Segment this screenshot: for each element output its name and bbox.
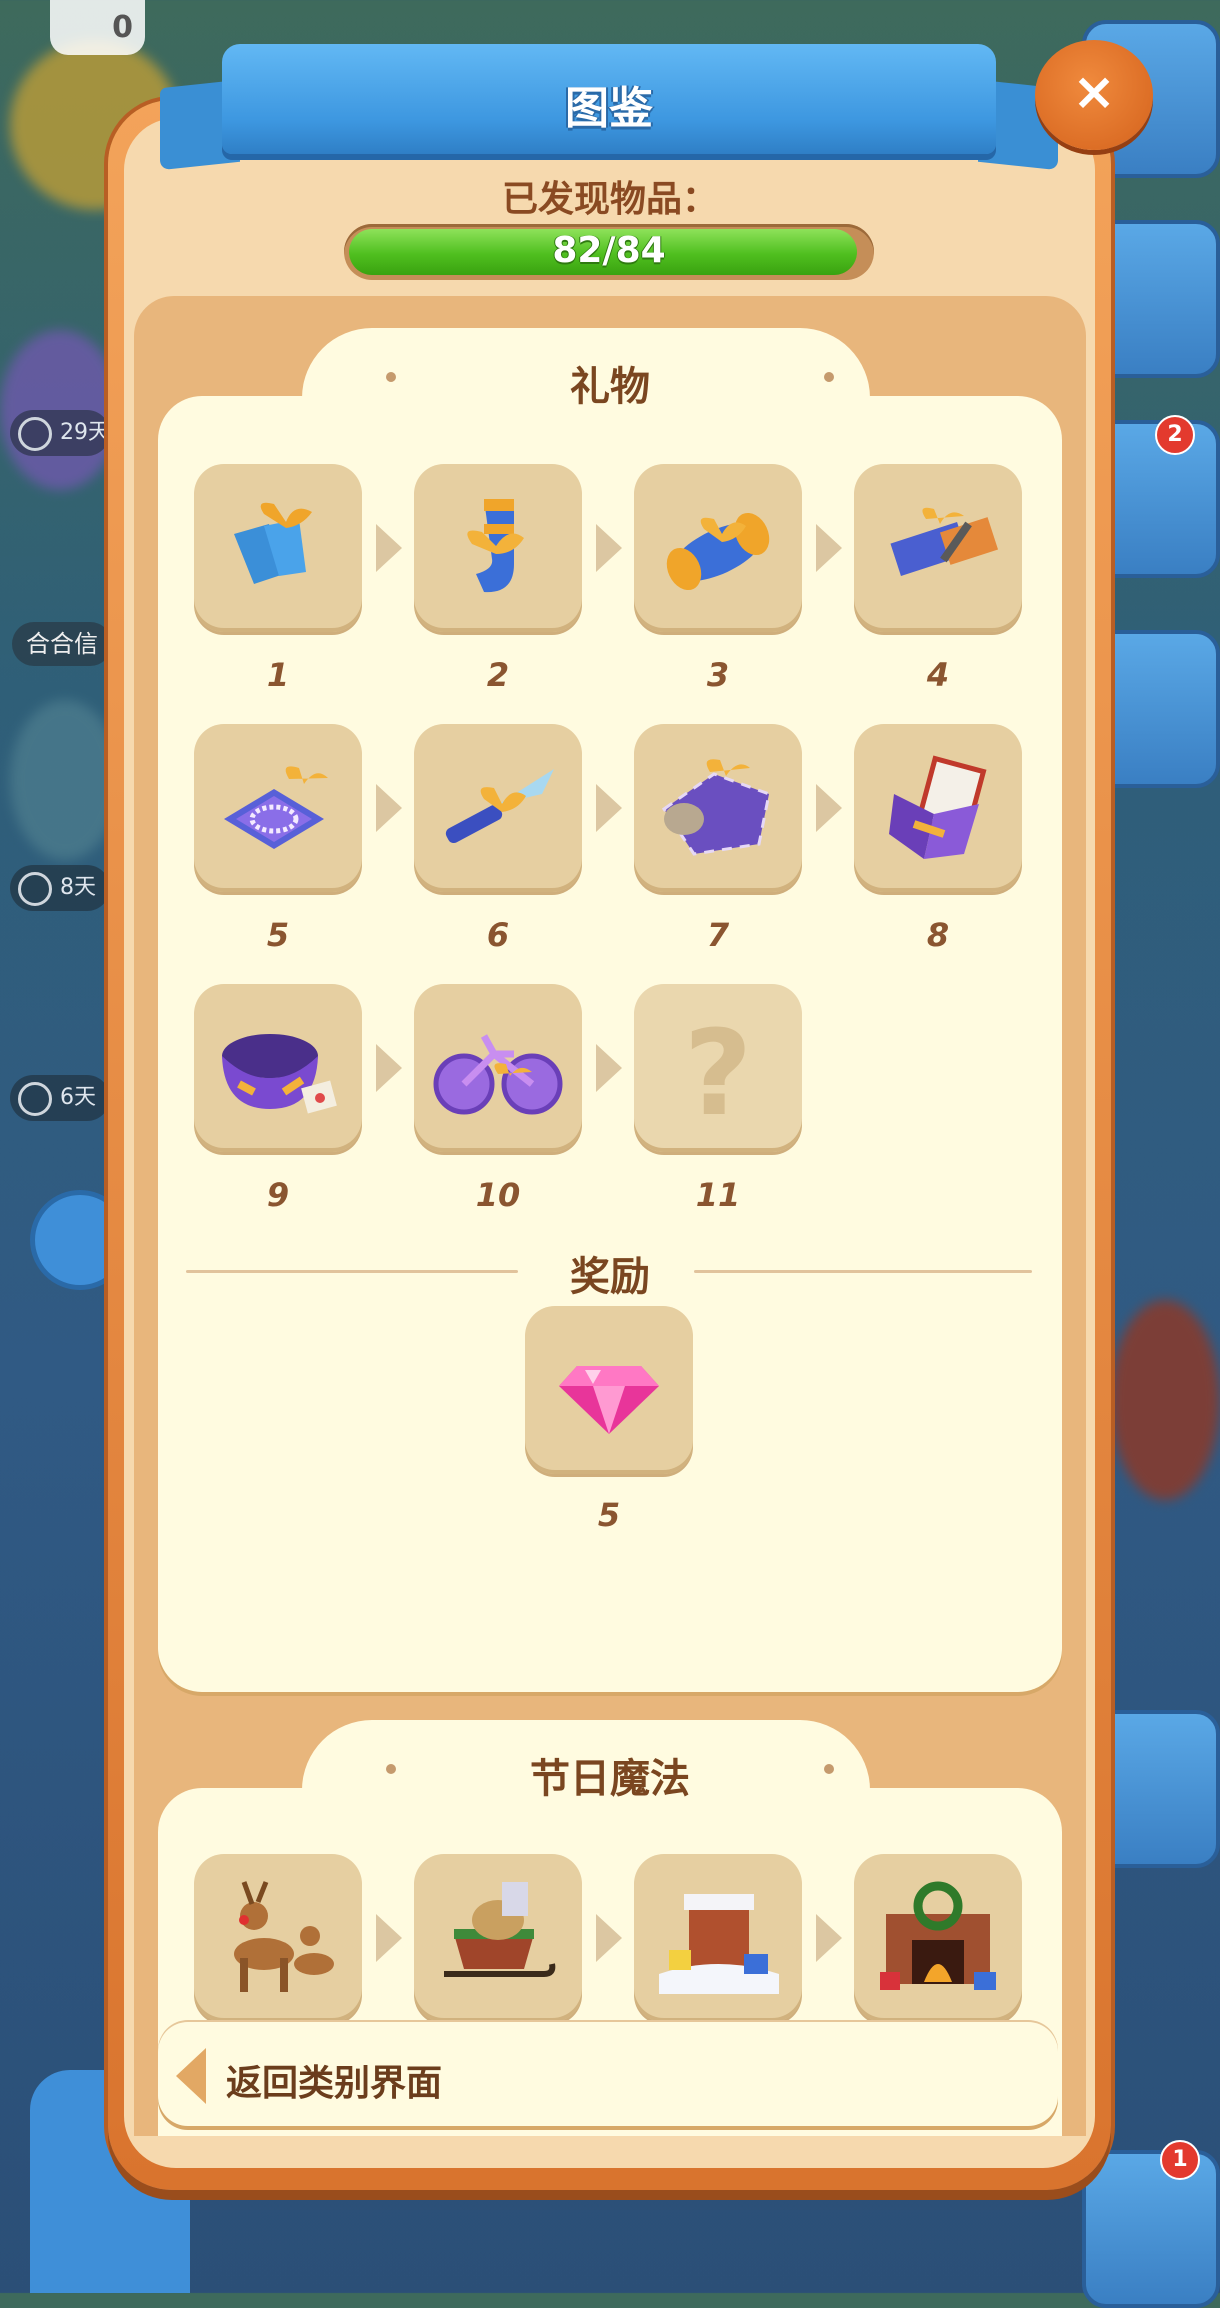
tasks-side-button[interactable]	[1082, 2150, 1220, 2308]
item-number: 4	[926, 656, 950, 694]
reward-slot[interactable]	[525, 1306, 693, 1474]
scarf-gift-icon	[222, 1034, 337, 1114]
holiday-item-slot[interactable]	[194, 1854, 362, 2022]
holiday-item-slot[interactable]	[634, 1854, 802, 2022]
notification-badge: 1	[1160, 2140, 1200, 2180]
gift-card-title: 礼物	[570, 364, 650, 410]
item-number: 11	[695, 1176, 741, 1214]
gift-item-slot[interactable]	[414, 724, 582, 892]
collection-progress-bar: 82/84	[344, 224, 874, 280]
gift-item-slot[interactable]	[854, 724, 1022, 892]
reward-title: 奖励	[570, 1254, 650, 1300]
event-timer: 29天	[10, 410, 110, 456]
collection-scroll-area[interactable]: 礼物 1 2 3 4 5 6 7 8 ? 9 10 11 奖励 5 节日魔法	[134, 296, 1086, 2136]
picture-frame-gift-icon	[889, 755, 987, 859]
item-number: 10	[475, 1176, 521, 1214]
back-arrow-icon	[176, 2048, 206, 2104]
item-number: 8	[926, 916, 950, 954]
event-timer: 8天	[10, 865, 110, 911]
back-to-categories-button[interactable]: 返回类别界面	[158, 2022, 1058, 2126]
gloves-gift-icon	[234, 502, 312, 584]
item-number: 9	[266, 1176, 290, 1214]
item-number: 6	[486, 916, 510, 954]
event-label: 合合信	[12, 622, 112, 666]
holiday-item-slot[interactable]	[414, 1854, 582, 2022]
chair-decoration	[1110, 1300, 1220, 1500]
knife-gift-icon	[445, 769, 554, 844]
character-decoration	[10, 700, 120, 860]
dialog-title: 图鉴	[565, 83, 653, 134]
holiday-card-title: 节日魔法	[530, 1756, 690, 1802]
holiday-item-slot[interactable]	[854, 1854, 1022, 2022]
gift-item-slot[interactable]	[194, 464, 362, 632]
progress-text: 82/84	[552, 230, 666, 271]
gift-item-slot[interactable]	[634, 464, 802, 632]
gift-item-slot[interactable]	[194, 724, 362, 892]
sock-gift-icon	[467, 499, 524, 593]
event-timer: 6天	[10, 1075, 110, 1121]
reward-amount: 5	[597, 1496, 621, 1534]
bicycle-gift-icon	[433, 1034, 563, 1115]
gift-item-slot[interactable]	[414, 984, 582, 1152]
gift-item-slot[interactable]	[414, 464, 582, 632]
gem-counter[interactable]: 0	[50, 0, 145, 55]
item-number: 3	[706, 656, 730, 694]
back-button-label: 返回类别界面	[226, 2063, 443, 2104]
locked-item-slot[interactable]: ?	[634, 984, 802, 1152]
pink-gem-icon	[559, 1366, 659, 1434]
reindeer-icon	[234, 1881, 334, 1992]
gift-item-slot[interactable]	[634, 724, 802, 892]
gift-item-slot[interactable]	[194, 984, 362, 1152]
gift-item-slot[interactable]	[854, 464, 1022, 632]
title-ribbon: 图鉴	[160, 44, 1058, 171]
fish-gift-icon	[661, 759, 771, 856]
item-number: 5	[266, 916, 290, 954]
fireplace-icon	[880, 1881, 996, 1990]
necklace-box-icon	[224, 766, 328, 849]
item-number: 2	[486, 656, 510, 694]
found-items-label: 已发现物品：	[501, 179, 718, 220]
close-button[interactable]: ×	[1035, 40, 1153, 150]
item-number: 1	[266, 656, 290, 694]
sleigh-icon	[444, 1882, 556, 1977]
item-number: 7	[706, 916, 730, 954]
chimney-icon	[659, 1894, 779, 1994]
candy-gift-icon	[666, 512, 770, 591]
close-icon: ×	[1072, 62, 1116, 122]
notification-badge: 2	[1155, 415, 1195, 455]
unknown-item-icon: ?	[683, 1004, 753, 1142]
pen-gift-icon	[890, 507, 999, 576]
